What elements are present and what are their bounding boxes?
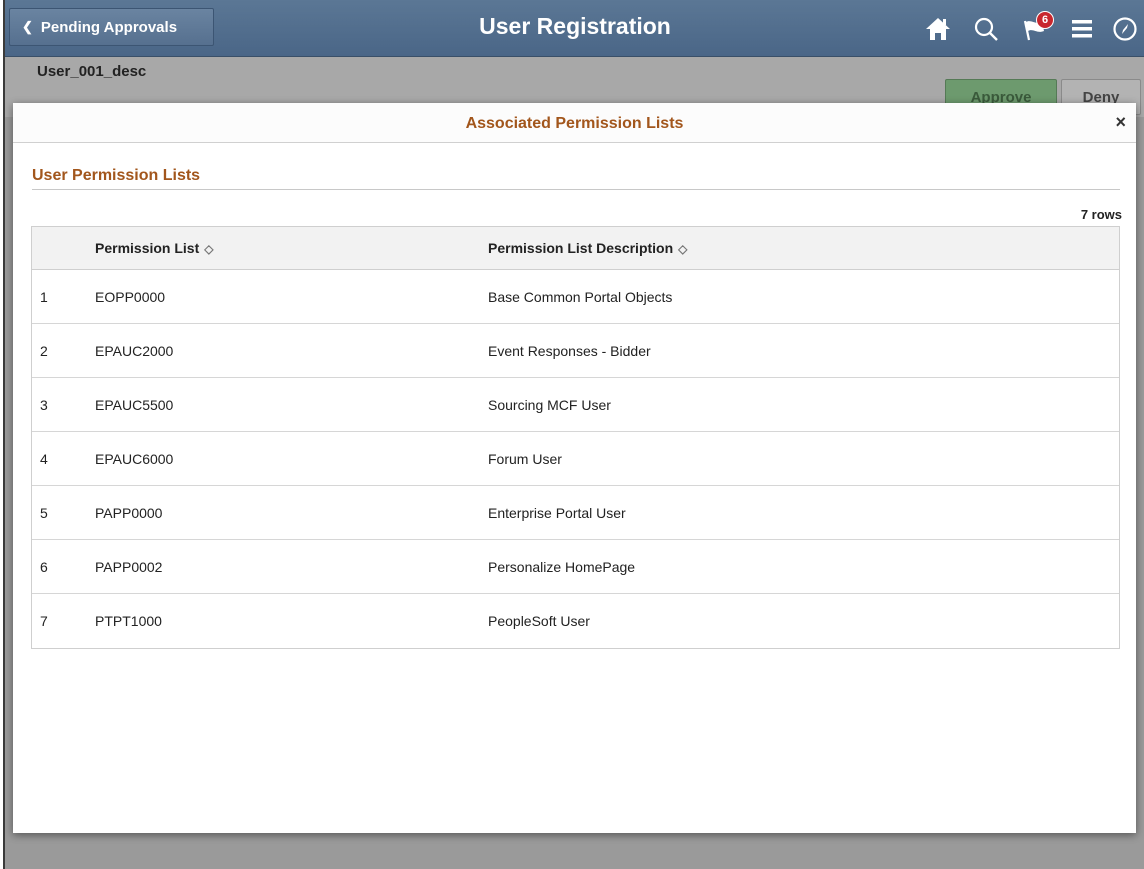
column-header-label: Permission List [95, 240, 200, 256]
permission-list-cell: EPAUC6000 [95, 451, 174, 467]
table-row: 6 PAPP0002 Personalize HomePage [32, 540, 1119, 594]
row-number: 2 [40, 343, 48, 359]
table-row: 5 PAPP0000 Enterprise Portal User [32, 486, 1119, 540]
section-title: User Permission Lists [32, 167, 201, 184]
table-row: 2 EPAUC2000 Event Responses - Bidder [32, 324, 1119, 378]
page-title: User Registration [479, 13, 671, 39]
permission-description-cell: Personalize HomePage [488, 559, 636, 575]
chevron-left-icon: ❮ [22, 19, 33, 34]
close-icon[interactable]: × [1115, 112, 1126, 133]
row-count: 7 rows [1080, 207, 1122, 222]
permission-list-cell: PAPP0000 [95, 505, 163, 521]
permission-list-cell: PAPP0002 [95, 559, 163, 575]
row-number: 3 [40, 397, 48, 413]
pending-approvals-back-button[interactable]: ❮ Pending Approvals [9, 8, 214, 46]
permission-description-cell: Forum User [488, 451, 562, 467]
menu-icon[interactable] [1058, 5, 1106, 53]
modal-header: Associated Permission Lists × [13, 103, 1136, 143]
section-divider [32, 189, 1120, 190]
permission-description-cell: Enterprise Portal User [488, 505, 626, 521]
permission-list-cell: EPAUC5500 [95, 397, 174, 413]
table-row: 7 PTPT1000 PeopleSoft User [32, 594, 1119, 648]
banner-icon-bar: 6 [914, 0, 1144, 57]
app-frame: ❮ Pending Approvals User Registration 6 … [3, 0, 1144, 869]
row-number: 1 [40, 289, 48, 305]
back-button-label: Pending Approvals [40, 18, 178, 36]
column-header-label: Permission List Description [488, 240, 674, 256]
sort-icon: ◇ [678, 242, 688, 256]
user-description: User_001_desc [37, 63, 147, 80]
row-number: 6 [40, 559, 48, 575]
home-icon[interactable] [914, 5, 962, 53]
column-header-permission-list-description[interactable]: Permission List Description ◇ [488, 240, 687, 256]
table-row: 1 EOPP0000 Base Common Portal Objects [32, 270, 1119, 324]
navbar-compass-icon[interactable] [1106, 5, 1144, 53]
top-banner: ❮ Pending Approvals User Registration 6 [5, 0, 1144, 57]
permission-list-cell: PTPT1000 [95, 613, 162, 629]
notifications-flag-icon[interactable]: 6 [1010, 5, 1058, 53]
permission-lists-grid: Permission List ◇ Permission List Descrip… [31, 226, 1120, 649]
table-row: 3 EPAUC5500 Sourcing MCF User [32, 378, 1119, 432]
associated-permission-lists-modal: Associated Permission Lists × User Permi… [13, 103, 1136, 833]
column-header-permission-list[interactable]: Permission List ◇ [95, 240, 214, 256]
notification-count-badge: 6 [1036, 10, 1054, 29]
row-number: 7 [40, 613, 48, 629]
permission-list-cell: EOPP0000 [95, 289, 166, 305]
permission-list-cell: EPAUC2000 [95, 343, 174, 359]
row-number: 5 [40, 505, 48, 521]
modal-title: Associated Permission Lists [465, 115, 684, 132]
sort-icon: ◇ [204, 242, 214, 256]
search-icon[interactable] [962, 5, 1010, 53]
grid-header: Permission List ◇ Permission List Descrip… [32, 227, 1119, 270]
permission-description-cell: Event Responses - Bidder [488, 343, 651, 359]
table-row: 4 EPAUC6000 Forum User [32, 432, 1119, 486]
permission-description-cell: PeopleSoft User [488, 613, 590, 629]
permission-description-cell: Sourcing MCF User [488, 397, 611, 413]
permission-description-cell: Base Common Portal Objects [488, 289, 673, 305]
row-number: 4 [40, 451, 48, 467]
